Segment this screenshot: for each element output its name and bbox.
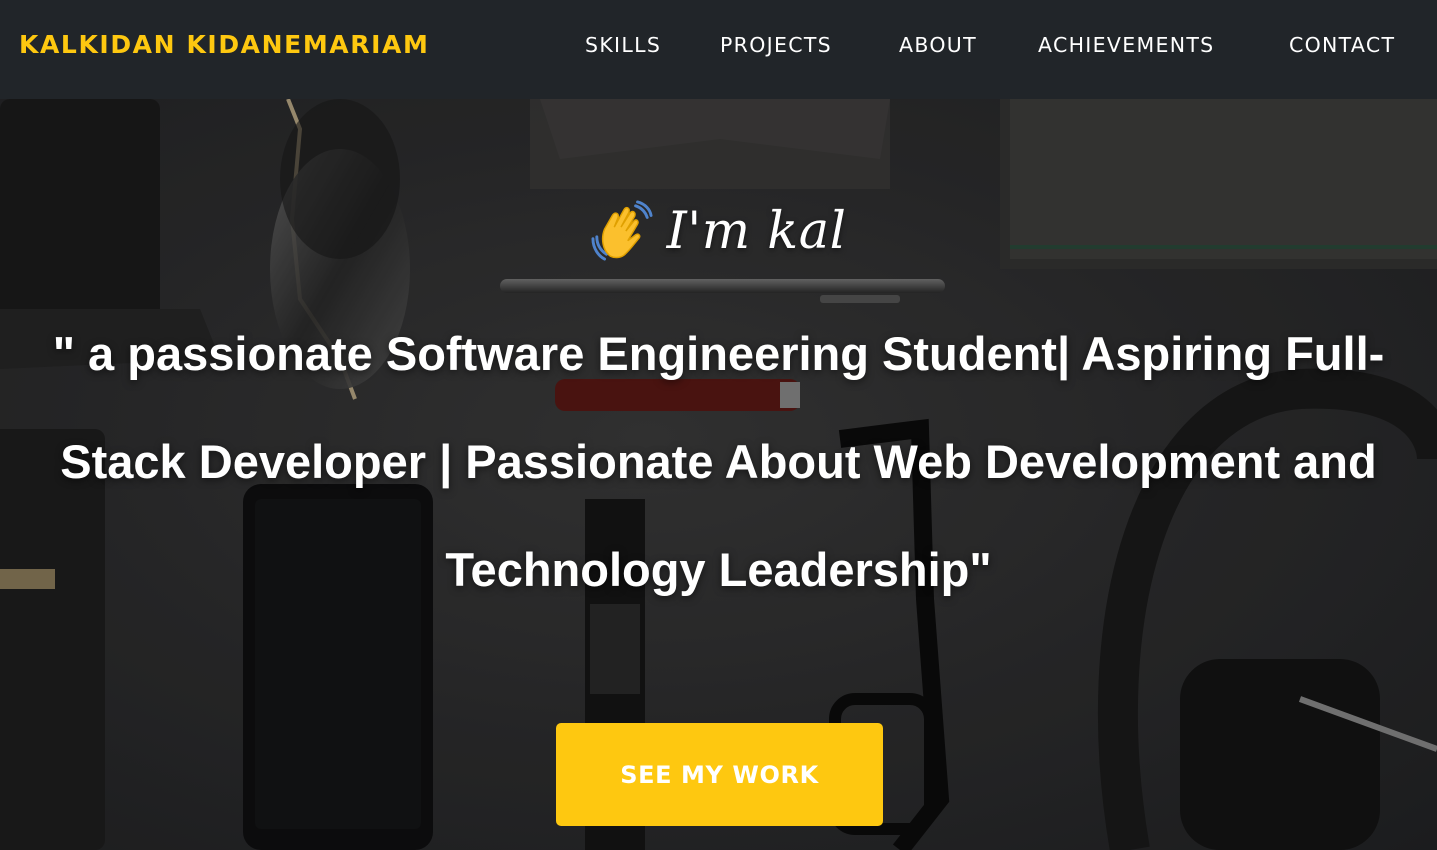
nav-item-contact[interactable]: CONTACT — [1289, 33, 1395, 57]
nav-item-achievements[interactable]: ACHIEVEMENTS — [1038, 33, 1214, 57]
greeting-text: I'm kal — [666, 201, 847, 261]
navbar: KALKIDAN KIDANEMARIAM SKILLS PROJECTS AB… — [0, 0, 1437, 99]
brand-link[interactable]: KALKIDAN KIDANEMARIAM — [19, 30, 429, 59]
nav-item-skills[interactable]: SKILLS — [585, 33, 661, 57]
nav-item-projects[interactable]: PROJECTS — [720, 33, 832, 57]
see-my-work-button[interactable]: SEE MY WORK — [556, 723, 883, 826]
nav-item-about[interactable]: ABOUT — [899, 33, 977, 57]
hero-greeting: I'm kal — [0, 196, 1437, 266]
waving-hand-icon — [591, 200, 653, 261]
hero-tagline: " a passionate Software Engineering Stud… — [52, 327, 1385, 596]
